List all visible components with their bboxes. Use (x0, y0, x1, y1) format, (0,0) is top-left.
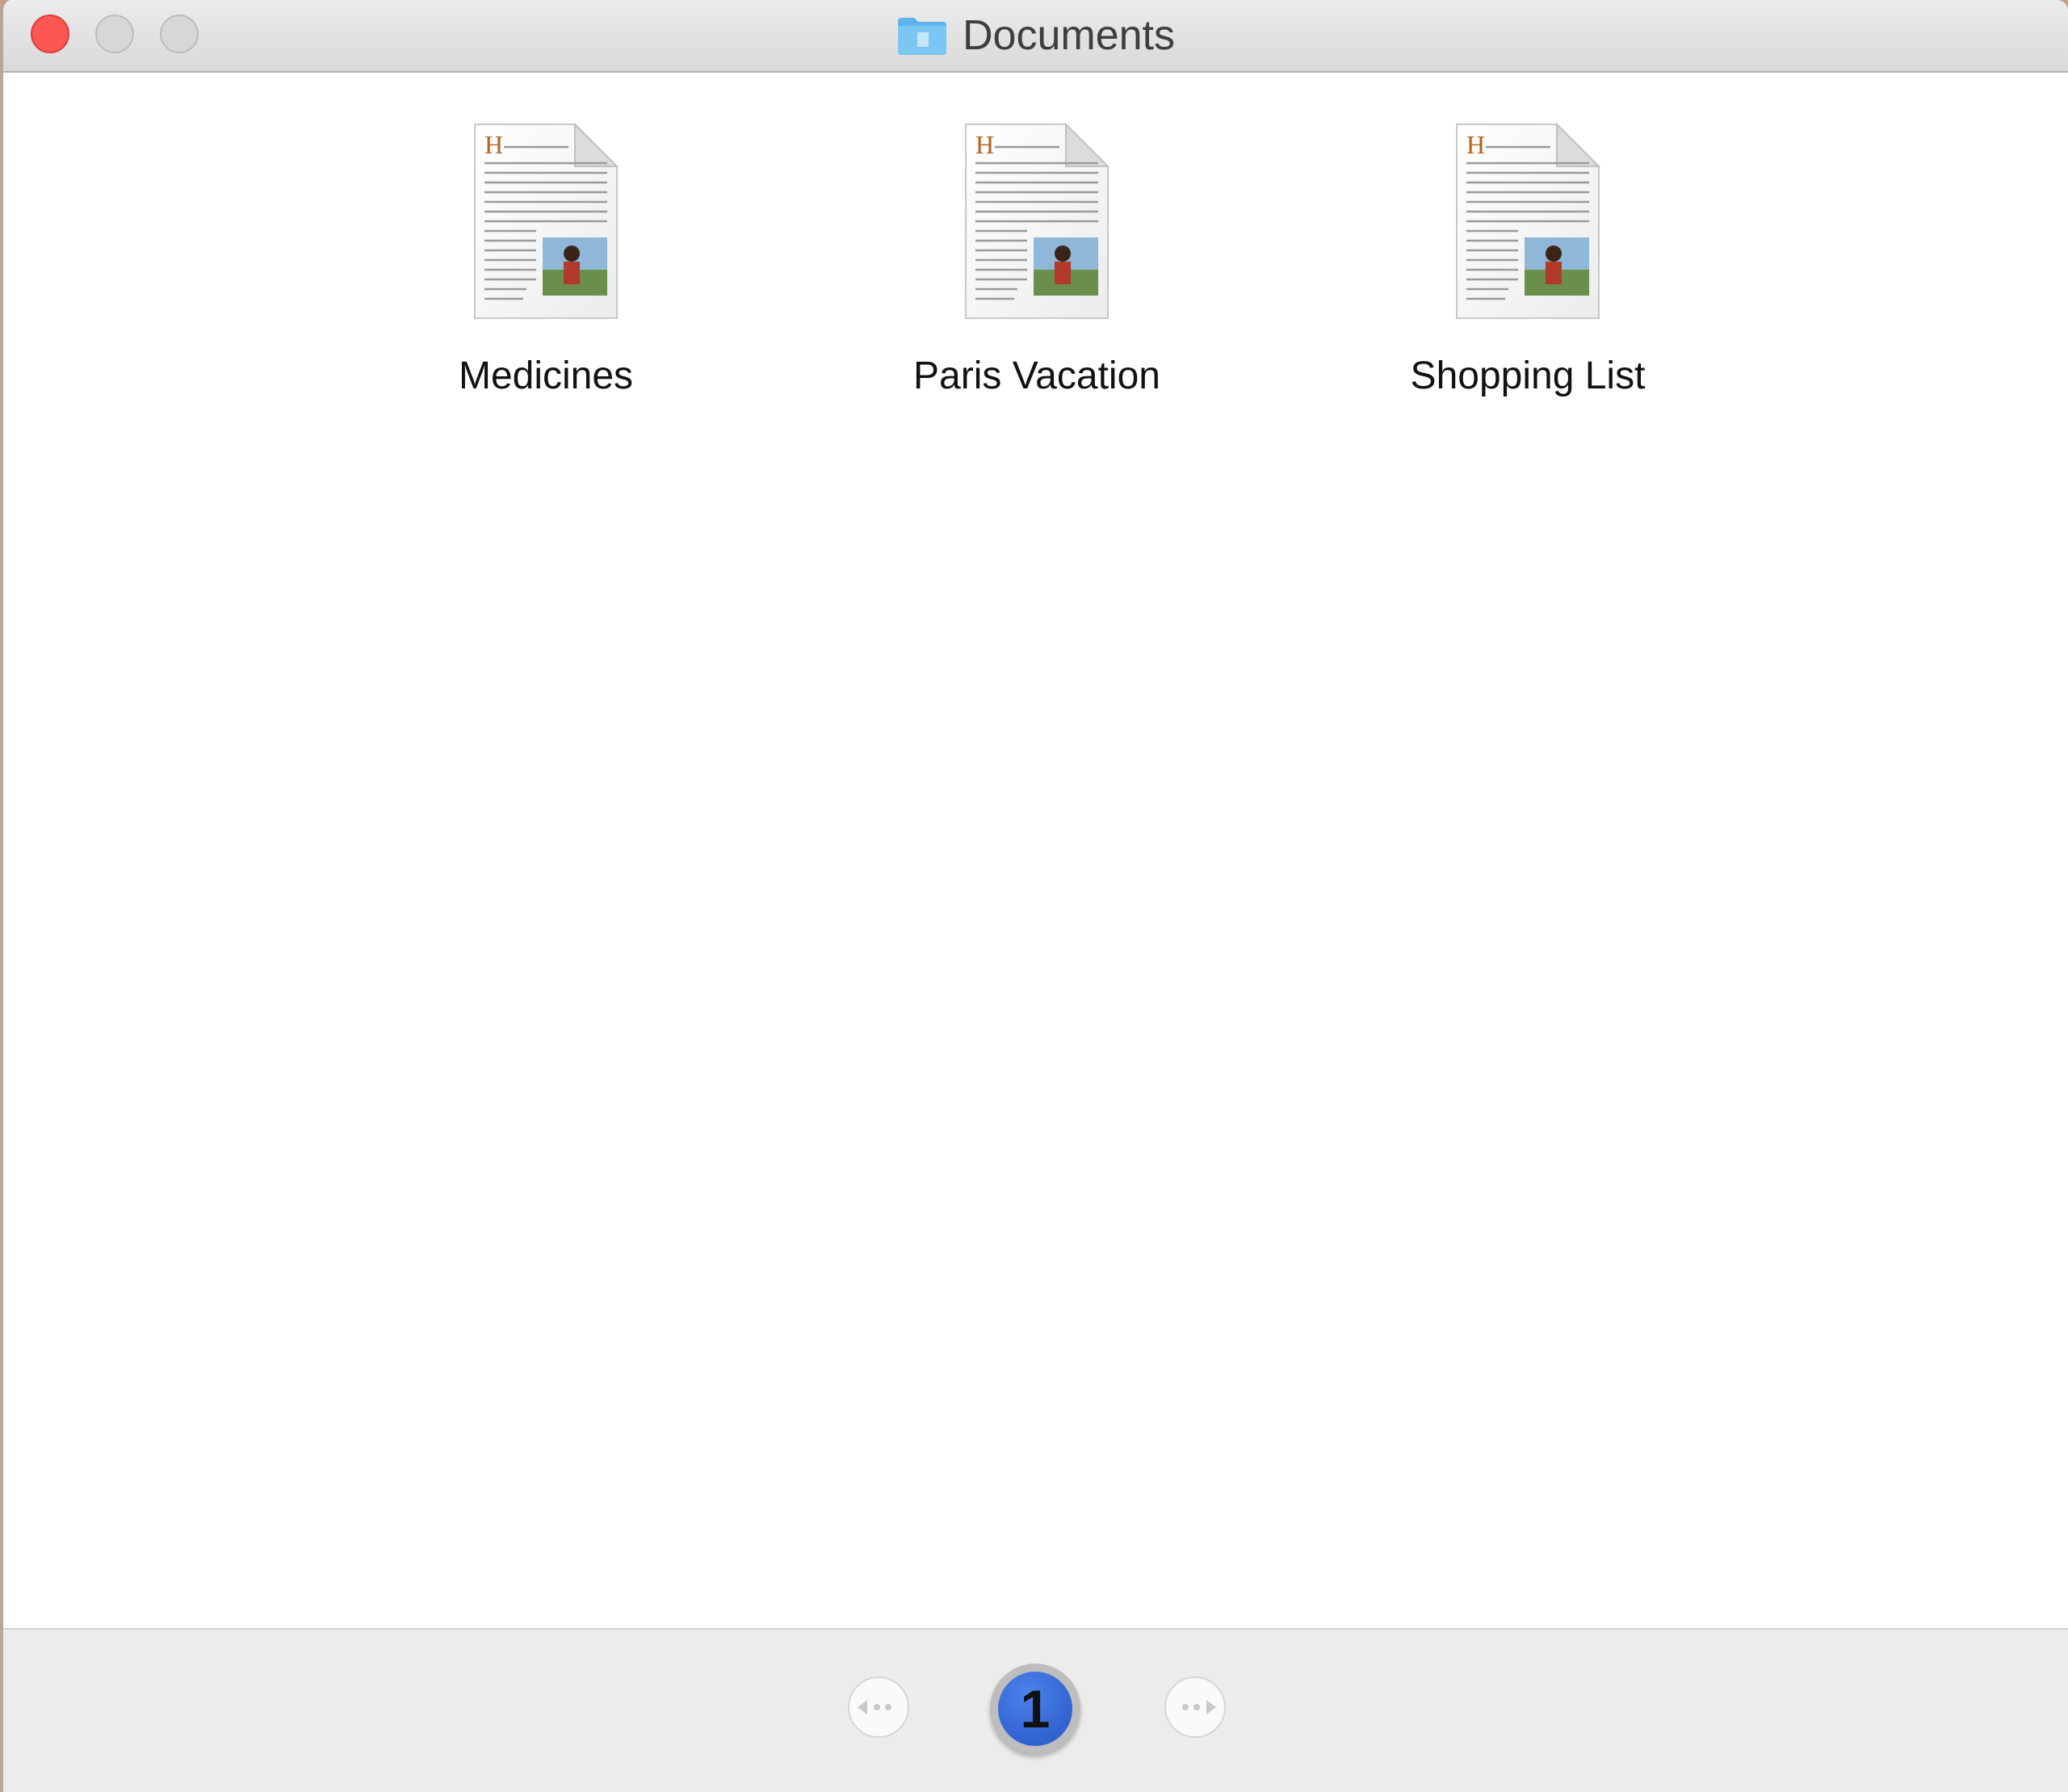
svg-text:H: H (975, 130, 994, 159)
text-document-icon: H (474, 122, 619, 319)
current-page-number: 1 (998, 1672, 1072, 1746)
file-item-paris-vacation[interactable]: H Paris Vacation (851, 121, 1223, 398)
window-title-group: Documents (3, 0, 2068, 71)
file-name: Medicines (458, 355, 634, 397)
window-title: Documents (963, 12, 1175, 59)
file-name: Paris Vacation (913, 355, 1160, 397)
file-item-medicines[interactable]: H Medicines (360, 121, 732, 398)
file-item-shopping-list[interactable]: H Shopping List (1342, 121, 1714, 398)
file-grid: H Medicines H Paris Vacation H Shopping … (3, 73, 2068, 1628)
previous-page-button[interactable] (848, 1677, 909, 1738)
finder-window: Documents H Medicines H Paris Vacation H… (0, 0, 2068, 1792)
text-document-icon: H (1456, 122, 1601, 319)
current-page-indicator[interactable]: 1 (990, 1664, 1080, 1754)
svg-text:H: H (1466, 130, 1485, 159)
previous-page-icon (858, 1700, 891, 1714)
next-page-icon (1182, 1700, 1216, 1714)
title-bar[interactable]: Documents (3, 0, 2068, 73)
pagination-bar: 1 (3, 1628, 2068, 1792)
file-name: Shopping List (1410, 355, 1646, 397)
svg-text:H: H (484, 130, 503, 159)
text-document-icon: H (965, 122, 1110, 319)
next-page-button[interactable] (1164, 1677, 1226, 1738)
folder-icon (898, 18, 946, 55)
